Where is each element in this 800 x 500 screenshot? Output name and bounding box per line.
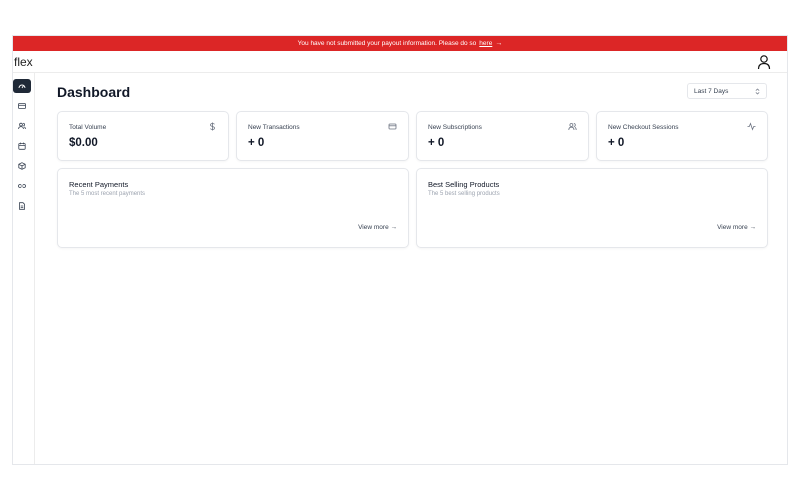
user-icon[interactable] (757, 54, 771, 70)
stat-card-new-transactions: New Transactions + 0 (236, 111, 409, 161)
stat-title: New Transactions (248, 124, 300, 131)
page-title: Dashboard (57, 84, 131, 100)
calendar-icon (18, 142, 26, 150)
credit-card-icon (388, 123, 397, 130)
dollar-icon (210, 122, 215, 131)
stat-card-total-volume: Total Volume $0.00 (57, 111, 229, 161)
users-icon (18, 122, 26, 130)
sidebar-item-products[interactable] (13, 159, 31, 173)
sidebar-item-customers[interactable] (13, 119, 31, 133)
users-icon (568, 123, 577, 131)
stat-title: Total Volume (69, 124, 107, 131)
stat-title: New Checkout Sessions (608, 124, 679, 131)
box-icon (18, 162, 26, 170)
sidebar-item-documents[interactable] (13, 199, 31, 213)
sidebar-item-links[interactable] (13, 179, 31, 193)
best-selling-products-card: Best Selling Products The 5 best selling… (416, 168, 768, 248)
card-subtitle: The 5 most recent payments (69, 191, 146, 197)
payout-warning-banner: You have not submitted your payout infor… (13, 36, 787, 51)
link-icon (18, 184, 26, 188)
arrow-right-icon: → (495, 40, 503, 47)
sidebar-item-dashboard[interactable] (13, 79, 31, 93)
stat-value: + 0 (428, 137, 445, 149)
card-subtitle: The 5 best selling products (428, 191, 500, 197)
gauge-icon (18, 84, 26, 89)
stat-value: $0.00 (69, 137, 98, 149)
activity-icon (747, 122, 756, 131)
stat-card-new-checkout-sessions: New Checkout Sessions + 0 (596, 111, 768, 161)
date-range-select[interactable]: Last 7 Days (687, 83, 767, 99)
stat-card-new-subscriptions: New Subscriptions + 0 (416, 111, 589, 161)
app-window: You have not submitted your payout infor… (12, 35, 788, 465)
chevron-up-down-icon (755, 88, 760, 94)
banner-message: You have not submitted your payout infor… (297, 40, 477, 47)
recent-payments-card: Recent Payments The 5 most recent paymen… (57, 168, 409, 248)
sidebar-item-subscriptions[interactable] (13, 139, 31, 153)
sidebar (13, 73, 35, 464)
banner-link[interactable]: here (479, 40, 492, 47)
document-icon (19, 202, 25, 210)
top-bar: flex (13, 51, 787, 73)
logo: flex (14, 55, 33, 69)
stat-title: New Subscriptions (428, 124, 482, 131)
view-more-link[interactable]: View more → (358, 224, 397, 231)
sidebar-item-payments[interactable] (13, 99, 31, 113)
credit-card-icon (18, 103, 26, 109)
stat-value: + 0 (248, 137, 265, 149)
card-title: Recent Payments (69, 180, 129, 189)
view-more-link[interactable]: View more → (717, 224, 756, 231)
card-title: Best Selling Products (428, 180, 500, 189)
stat-value: + 0 (608, 137, 625, 149)
date-range-value: Last 7 Days (694, 87, 729, 95)
